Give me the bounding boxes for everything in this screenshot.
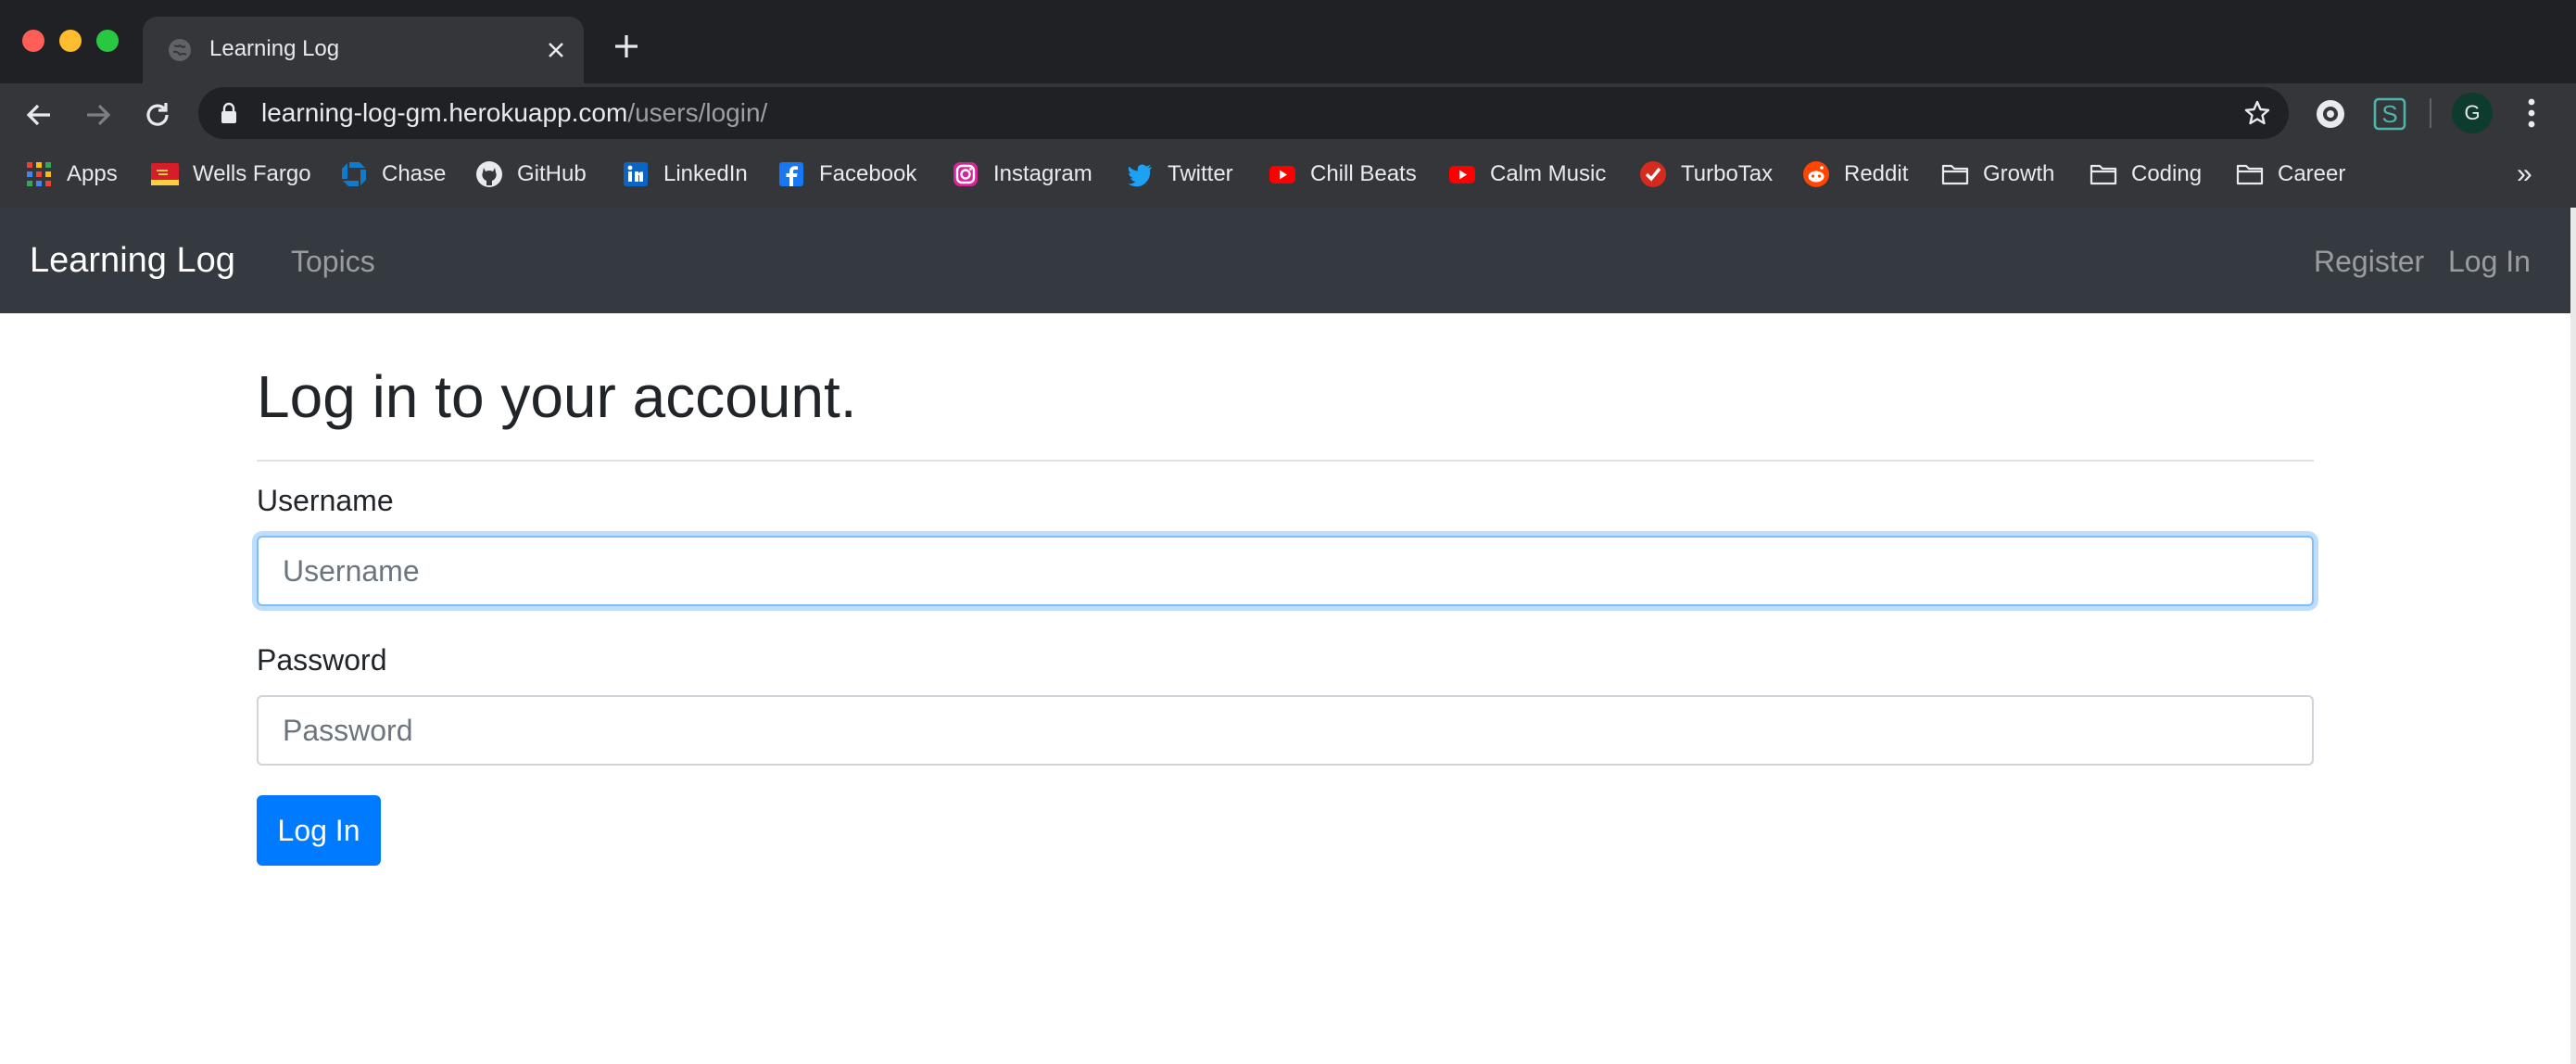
nav-link-register[interactable]: Register <box>2314 243 2424 280</box>
browser-tab[interactable]: Learning Log <box>143 17 584 83</box>
bookmark-folder-growth[interactable]: Growth <box>1940 158 2054 191</box>
twitter-icon <box>1128 164 1152 187</box>
bookmark-wells-fargo[interactable]: Wells Fargo <box>150 158 311 191</box>
bookmark-github[interactable]: GitHub <box>474 158 587 191</box>
apps-grid-icon <box>27 162 51 186</box>
bookmark-label: Facebook <box>819 161 917 186</box>
username-input[interactable] <box>257 536 2314 606</box>
linkedin-icon <box>624 162 648 186</box>
profile-avatar[interactable]: G <box>2452 93 2493 133</box>
svg-text:S: S <box>2381 100 2397 128</box>
wells-fargo-icon <box>151 163 179 185</box>
browser-chrome: Learning Log learning-log-gm.herokuapp.c… <box>0 0 2576 208</box>
instagram-icon <box>953 162 978 186</box>
tab-strip: Learning Log <box>0 0 2576 83</box>
facebook-icon <box>779 162 803 186</box>
reload-icon[interactable] <box>137 95 178 135</box>
nav-link-topics[interactable]: Topics <box>291 243 375 280</box>
bookmark-label: Reddit <box>1844 161 1909 186</box>
nav-link-login[interactable]: Log In <box>2448 243 2531 280</box>
bookmark-folder-career[interactable]: Career <box>2235 158 2345 191</box>
more-menu-icon[interactable] <box>2515 93 2548 133</box>
bookmark-chill-beats[interactable]: Chill Beats <box>1268 158 1417 191</box>
bookmark-star-icon[interactable] <box>2242 98 2272 128</box>
new-tab-icon[interactable] <box>608 28 645 65</box>
bookmark-label: TurboTax <box>1681 161 1774 186</box>
bookmark-label: Calm Music <box>1490 161 1607 186</box>
divider <box>257 460 2314 462</box>
s-extension-icon[interactable]: S <box>2372 96 2407 132</box>
bookmark-linkedin[interactable]: LinkedIn <box>621 158 748 191</box>
address-bar[interactable]: learning-log-gm.herokuapp.com/users/logi… <box>198 87 2289 139</box>
github-icon <box>476 161 502 187</box>
bookmark-label: Apps <box>67 161 118 186</box>
bookmark-facebook[interactable]: Facebook <box>777 158 916 191</box>
login-button[interactable]: Log In <box>257 795 381 866</box>
bookmark-twitter[interactable]: Twitter <box>1125 158 1233 191</box>
password-label: Password <box>257 643 387 677</box>
close-window-button[interactable] <box>22 30 44 52</box>
turbotax-icon <box>1640 161 1666 187</box>
scrollbar-track[interactable] <box>2570 208 2576 1064</box>
chase-icon <box>342 162 366 186</box>
bookmark-label: LinkedIn <box>663 161 748 186</box>
extension-icon[interactable] <box>2313 96 2348 132</box>
youtube-icon <box>1449 166 1475 184</box>
toolbar-divider <box>2430 98 2431 128</box>
folder-icon <box>2236 164 2264 185</box>
bookmark-label: Wells Fargo <box>193 161 311 186</box>
bookmark-label: Coding <box>2131 161 2203 186</box>
bookmark-label: Instagram <box>993 161 1092 186</box>
page-title: Log in to your account. <box>257 363 857 430</box>
bookmark-apps[interactable]: Apps <box>24 158 118 191</box>
url-path: /users/login/ <box>627 98 768 127</box>
browser-toolbar: learning-log-gm.herokuapp.com/users/logi… <box>0 83 2576 145</box>
maximize-window-button[interactable] <box>96 30 119 52</box>
bookmark-label: GitHub <box>517 161 587 186</box>
bookmark-chase[interactable]: Chase <box>339 158 446 191</box>
bookmark-label: Twitter <box>1168 161 1233 186</box>
folder-icon <box>1941 164 1969 185</box>
username-label: Username <box>257 484 394 517</box>
site-navbar: Learning Log Topics Register Log In <box>0 208 2570 313</box>
password-input[interactable] <box>257 695 2314 766</box>
reddit-icon <box>1803 161 1829 187</box>
url-host: learning-log-gm.herokuapp.com <box>261 98 628 127</box>
tab-title: Learning Log <box>209 36 340 61</box>
close-tab-icon[interactable] <box>539 33 573 67</box>
bookmark-folder-coding[interactable]: Coding <box>2089 158 2202 191</box>
minimize-window-button[interactable] <box>59 30 82 52</box>
globe-icon <box>169 39 191 61</box>
bookmark-label: Chill Beats <box>1310 161 1417 186</box>
folder-icon <box>2090 164 2117 185</box>
navbar-brand[interactable]: Learning Log <box>30 239 235 282</box>
back-arrow-icon[interactable] <box>19 95 59 135</box>
bookmark-label: Chase <box>382 161 447 186</box>
bookmark-turbotax[interactable]: TurboTax <box>1638 158 1773 191</box>
lock-icon <box>221 102 236 123</box>
bookmark-label: Career <box>2278 161 2346 186</box>
bookmark-instagram[interactable]: Instagram <box>951 158 1092 191</box>
url-text: learning-log-gm.herokuapp.com/users/logi… <box>261 98 767 128</box>
bookmarks-bar: Apps Wells Fargo Chase GitHub LinkedIn F… <box>0 145 2576 208</box>
forward-arrow-icon[interactable] <box>78 95 119 135</box>
bookmark-calm-music[interactable]: Calm Music <box>1447 158 1606 191</box>
more-bookmarks-chevron-icon[interactable]: » <box>2517 159 2543 189</box>
bookmark-label: Growth <box>1983 161 2055 186</box>
youtube-icon <box>1269 166 1295 184</box>
bookmark-reddit[interactable]: Reddit <box>1801 158 1908 191</box>
